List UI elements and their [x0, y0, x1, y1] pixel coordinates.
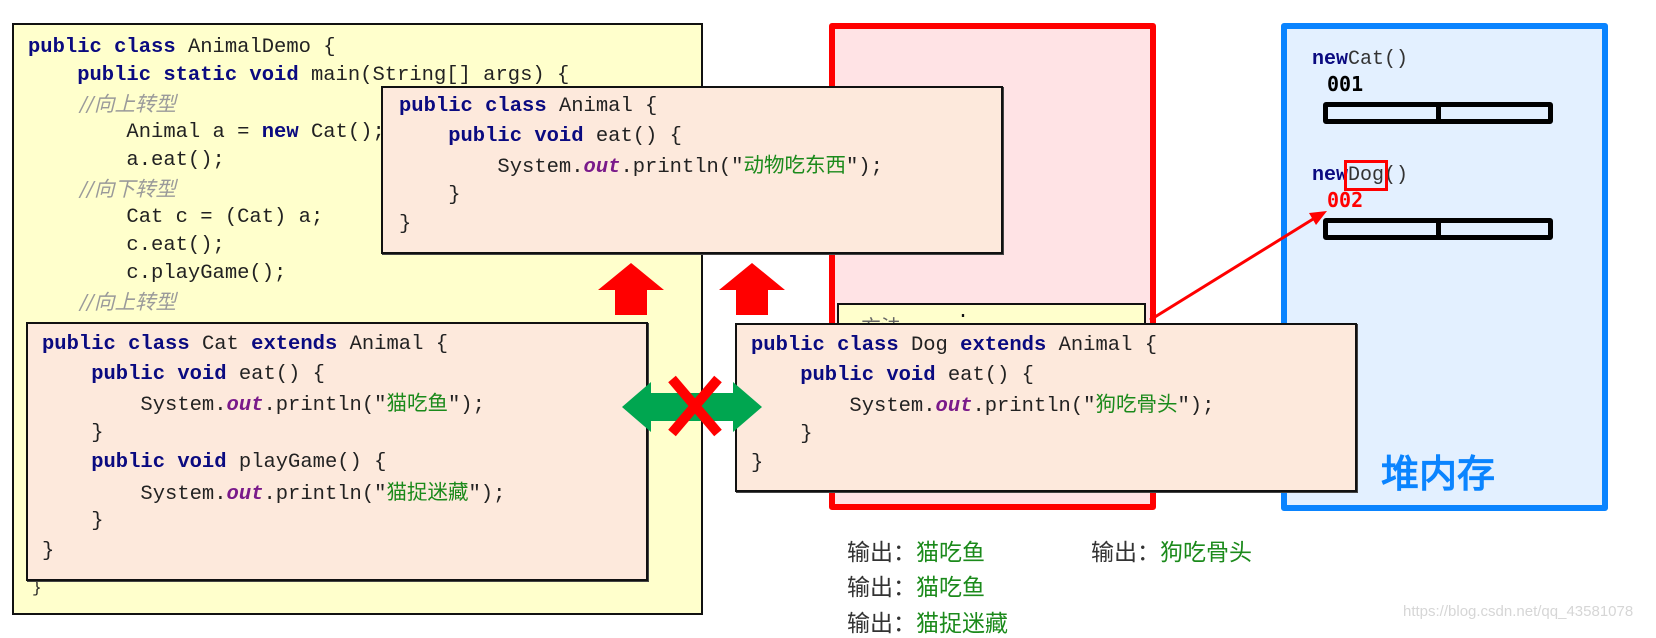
- up-arrow-dog-to-animal: [719, 263, 785, 315]
- output-label: 输出：: [1091, 540, 1160, 566]
- watermark: https://blog.csdn.net/qq_43581078: [1403, 603, 1634, 620]
- output-label: 输出：: [847, 611, 916, 637]
- output-value: 猫吃鱼: [916, 575, 985, 601]
- output-value: 狗吃骨头: [1160, 540, 1252, 566]
- output-value: 猫捉迷藏: [916, 611, 1008, 637]
- output-label: 输出：: [847, 540, 916, 566]
- output-line-2: 输出：猫吃鱼: [847, 568, 985, 602]
- output-line-1: 输出：猫吃鱼: [847, 533, 985, 567]
- output-value: 猫吃鱼: [916, 540, 985, 566]
- diagram-arrows: [598, 211, 1327, 437]
- output-line-3: 输出：猫捉迷藏: [847, 604, 1008, 638]
- output-label: 输出：: [847, 575, 916, 601]
- output-line-4: 输出：狗吃骨头: [1091, 533, 1252, 567]
- reference-arrow-to-dog-object: [1149, 211, 1327, 322]
- up-arrow-cat-to-animal: [598, 263, 664, 315]
